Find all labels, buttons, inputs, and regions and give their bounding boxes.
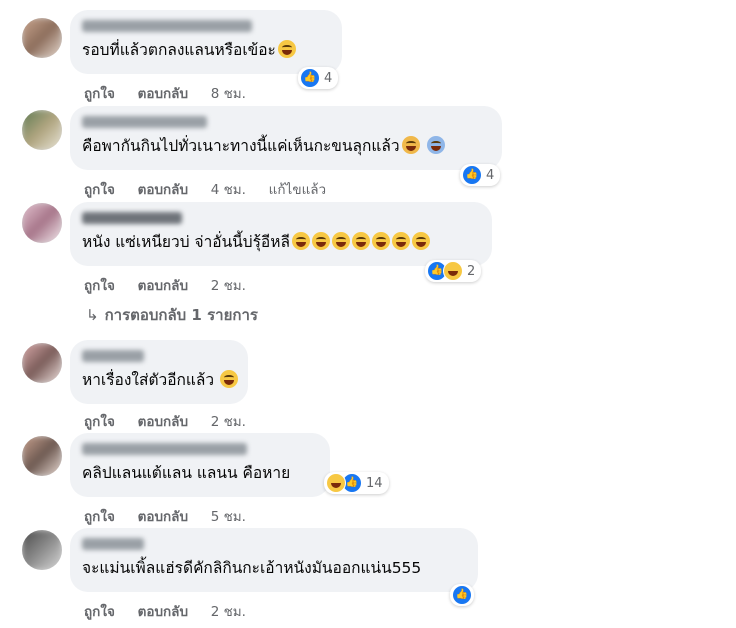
comment-actions: ถูกใจ ตอบกลับ 2 ชม. — [84, 410, 264, 432]
timestamp[interactable]: 2 ชม. — [211, 604, 246, 620]
reaction-summary[interactable]: 👍 2 — [425, 260, 482, 282]
author-name-redacted[interactable] — [82, 20, 252, 32]
like-button[interactable]: ถูกใจ — [84, 86, 115, 102]
haha-icon — [443, 261, 463, 281]
reply-button[interactable]: ตอบกลับ — [138, 604, 188, 620]
comment-bubble: หาเรื่องใส่ตัวอีกแล้ว — [70, 340, 248, 404]
comment-text: คลิปแลนแต้แลน แลนน คือหาย — [82, 464, 291, 482]
like-button[interactable]: ถูกใจ — [84, 278, 115, 294]
comment-bubble: รอบที่แล้วตกลงแลนหรือเข้อะ — [70, 10, 342, 74]
timestamp[interactable]: 5 ชม. — [211, 509, 246, 525]
grin-emoji-icon — [391, 232, 410, 250]
grin-emoji-icon — [351, 232, 370, 250]
avatar[interactable] — [22, 110, 62, 150]
timestamp[interactable]: 2 ชม. — [211, 278, 246, 294]
reaction-count: 14 — [366, 475, 383, 491]
reply-button[interactable]: ตอบกลับ — [138, 278, 188, 294]
comment-bubble: จะแม่นเพิ้ลแฮ่รดีคักลิกินกะเอ้าหนังมันออ… — [70, 528, 478, 592]
comment-actions: ถูกใจ ตอบกลับ 2 ชม. — [84, 600, 264, 622]
grin-emoji-icon — [311, 232, 330, 250]
edited-label: แก้ไขแล้ว — [268, 182, 327, 198]
comment-text: หาเรื่องใส่ตัวอีกแล้ว — [82, 371, 215, 389]
reaction-summary[interactable]: 👍 — [450, 584, 474, 606]
reaction-count: 2 — [467, 263, 476, 279]
reply-arrow-icon: ↳ — [86, 306, 99, 324]
timestamp[interactable]: 2 ชม. — [211, 414, 246, 430]
comment-actions: ถูกใจ ตอบกลับ 5 ชม. — [84, 505, 264, 527]
comment-actions: ถูกใจ ตอบกลับ 2 ชม. — [84, 274, 264, 296]
laughing-emoji-icon — [220, 370, 239, 388]
view-replies-link[interactable]: ↳ การตอบกลับ 1 รายการ — [86, 303, 258, 327]
comment-text: จะแม่นเพิ้ลแฮ่รดีคักลิกินกะเอ้าหนังมันออ… — [82, 559, 422, 577]
reply-button[interactable]: ตอบกลับ — [138, 414, 188, 430]
author-name-redacted[interactable] — [82, 538, 144, 550]
like-button[interactable]: ถูกใจ — [84, 509, 115, 525]
reaction-count: 4 — [486, 167, 495, 183]
comment-actions: ถูกใจ ตอบกลับ 8 ชม. — [84, 82, 264, 104]
timestamp[interactable]: 4 ชม. — [211, 182, 246, 198]
reply-button[interactable]: ตอบกลับ — [138, 182, 188, 198]
author-name-redacted[interactable] — [82, 443, 247, 455]
author-name-redacted[interactable] — [82, 350, 144, 362]
avatar[interactable] — [22, 203, 62, 243]
grin-emoji-icon — [371, 232, 390, 250]
comment-bubble: คือพากันกินไปทั่วเนาะทางนี้แค่เห็นกะขนลุ… — [70, 106, 502, 170]
reply-button[interactable]: ตอบกลับ — [138, 86, 188, 102]
like-button[interactable]: ถูกใจ — [84, 414, 115, 430]
comment-text: หนัง แซ่เหนียวบ่ จ่าอั่นนี้บ่รุ้อีหลี — [82, 233, 290, 251]
like-icon: 👍 — [462, 165, 482, 185]
laughing-emoji-icon — [277, 40, 296, 58]
like-button[interactable]: ถูกใจ — [84, 604, 115, 620]
reaction-summary[interactable]: 👍 4 — [460, 164, 501, 186]
comment-bubble: หนัง แซ่เหนียวบ่ จ่าอั่นนี้บ่รุ้อีหลี — [70, 202, 492, 266]
anxious-emoji-icon — [401, 136, 420, 154]
avatar[interactable] — [22, 343, 62, 383]
reaction-summary[interactable]: 👍 4 — [298, 67, 339, 89]
reaction-summary[interactable]: 👍 14 — [324, 472, 389, 494]
avatar[interactable] — [22, 436, 62, 476]
like-button[interactable]: ถูกใจ — [84, 182, 115, 198]
grin-emoji-icon — [411, 232, 430, 250]
timestamp[interactable]: 8 ชม. — [211, 86, 246, 102]
grin-emoji-icon — [291, 232, 310, 250]
scream-emoji-icon — [426, 136, 445, 154]
haha-icon — [326, 473, 346, 493]
comment-text: รอบที่แล้วตกลงแลนหรือเข้อะ — [82, 41, 276, 59]
author-name-redacted[interactable] — [82, 116, 207, 128]
avatar[interactable] — [22, 530, 62, 570]
reaction-count: 4 — [324, 70, 333, 86]
comment-actions: ถูกใจ ตอบกลับ 4 ชม. แก้ไขแล้ว — [84, 178, 344, 200]
like-icon: 👍 — [300, 68, 320, 88]
like-icon: 👍 — [452, 585, 472, 605]
comment-text: คือพากันกินไปทั่วเนาะทางนี้แค่เห็นกะขนลุ… — [82, 137, 400, 155]
comment-bubble: คลิปแลนแต้แลน แลนน คือหาย — [70, 433, 330, 497]
avatar[interactable] — [22, 18, 62, 58]
reply-button[interactable]: ตอบกลับ — [138, 509, 188, 525]
grin-emoji-icon — [331, 232, 350, 250]
author-name-redacted[interactable] — [82, 212, 182, 224]
view-replies-label: การตอบกลับ 1 รายการ — [104, 306, 258, 324]
